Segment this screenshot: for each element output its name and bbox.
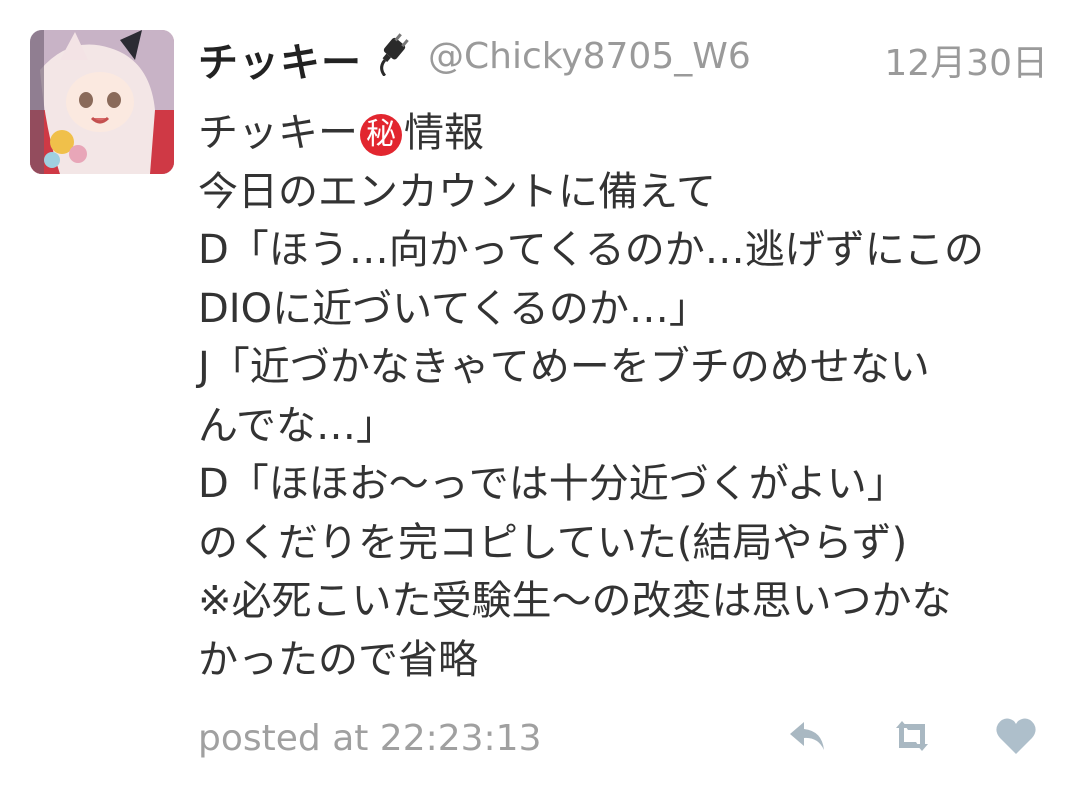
retweet-icon bbox=[896, 721, 928, 751]
tweet-line: チッキー秘情報 bbox=[198, 104, 1058, 163]
retweet-button[interactable] bbox=[888, 712, 936, 760]
tweet-date[interactable]: 12月30日 bbox=[884, 34, 1048, 86]
user-handle[interactable]: @Chicky8705_W6 bbox=[428, 36, 751, 77]
electric-plug-icon bbox=[370, 32, 410, 77]
tweet-line: かったので省略 bbox=[198, 636, 478, 683]
user-avatar[interactable] bbox=[30, 30, 174, 174]
tweet-line: のくだりを完コピしていた(結局やらず) bbox=[198, 519, 908, 566]
reply-icon bbox=[790, 722, 824, 750]
tweet-line: ※必死こいた受験生～の改変は思いつかな bbox=[198, 578, 952, 624]
tweet-line: DIOに近づいてくるのか…」 bbox=[198, 285, 709, 332]
tweet-text: チッキー秘情報 今日のエンカウントに備えて D「ほう…向かってくるのか…逃げずに… bbox=[198, 104, 1058, 689]
favorite-button[interactable] bbox=[992, 712, 1040, 760]
avatar-illustration bbox=[30, 30, 174, 174]
tweet-line: D「ほう…向かってくるのか…逃げずにこの bbox=[198, 227, 985, 273]
reply-button[interactable] bbox=[784, 712, 832, 760]
tweet-line: D「ほほお～っでは十分近づくがよい」 bbox=[198, 461, 907, 507]
posted-at: posted at 22:23:13 bbox=[198, 718, 542, 759]
tweet-line-text: チッキー bbox=[198, 110, 358, 156]
tweet-footer: posted at 22:23:13 bbox=[198, 712, 1048, 768]
tweet-line: 今日のエンカウントに備えて bbox=[198, 168, 716, 215]
heart-icon bbox=[996, 718, 1036, 754]
tweet-line: J「近づかなきゃてめーをブチのめせない bbox=[198, 344, 930, 390]
display-name[interactable]: チッキー bbox=[198, 30, 362, 88]
tweet-line: んでな…」 bbox=[198, 402, 396, 449]
tweet-card: チッキー @Chicky8705_W6 12月30日 チッキー秘情報 今日のエン… bbox=[0, 0, 1080, 801]
secret-emoji: 秘 bbox=[360, 114, 402, 156]
tweet-header: チッキー @Chicky8705_W6 12月30日 bbox=[198, 28, 1048, 86]
tweet-line-text: 情報 bbox=[404, 110, 484, 156]
